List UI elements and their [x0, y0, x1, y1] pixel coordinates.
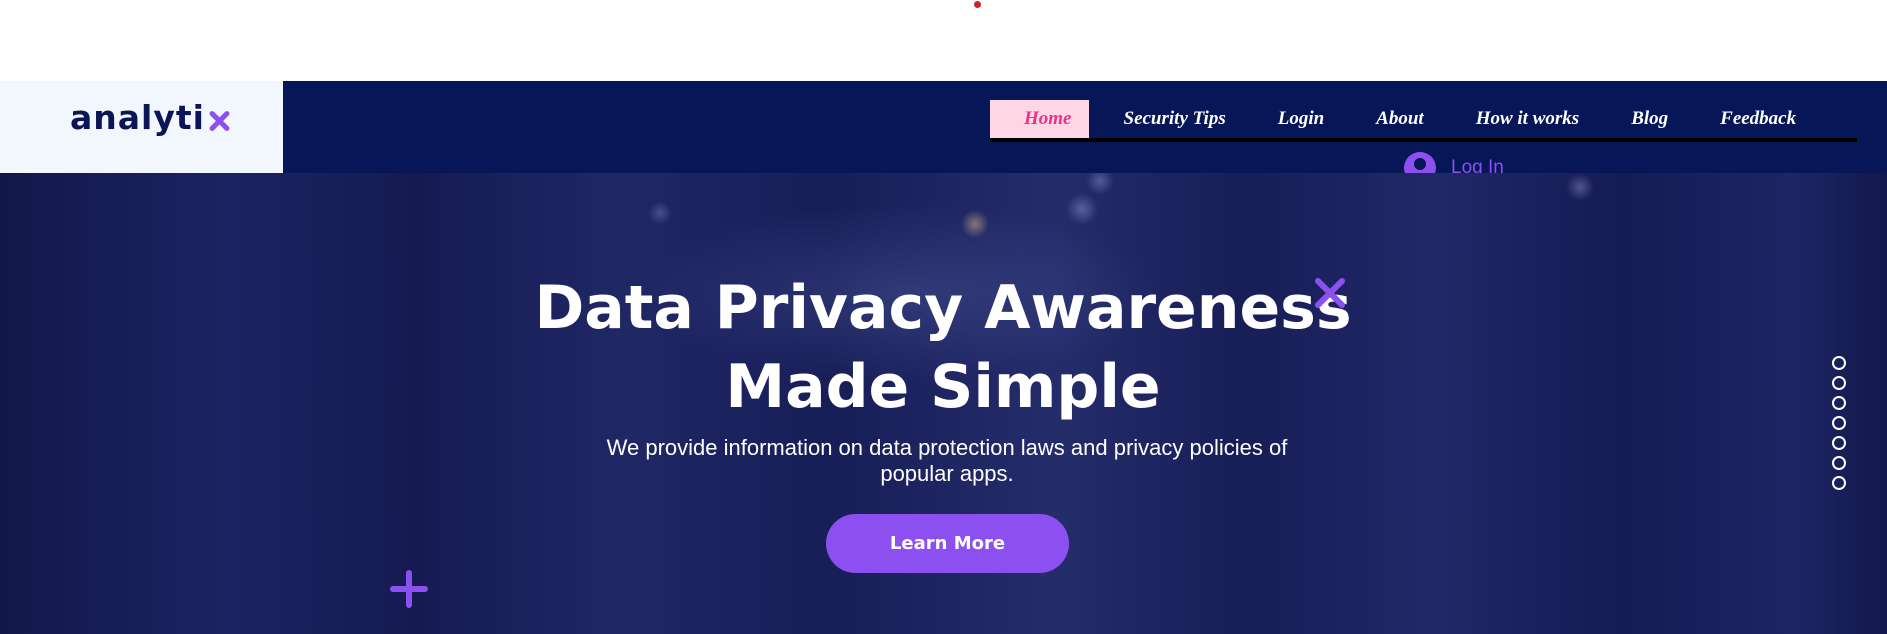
hero-title-line-1: Data Privacy Awareness	[534, 273, 1352, 343]
hero-subtitle: We provide information on data protectio…	[606, 435, 1288, 486]
nav-item-login[interactable]: Login	[1278, 100, 1324, 138]
nav-item-home[interactable]: Home	[990, 100, 1089, 138]
slide-nav-dots	[1832, 356, 1846, 496]
hero-title: Data Privacy Awareness Made Simple	[443, 269, 1443, 427]
logo-x-icon	[207, 109, 231, 133]
slide-dot-5[interactable]	[1832, 436, 1846, 450]
slide-dot-3[interactable]	[1832, 396, 1846, 410]
top-red-dot	[974, 1, 981, 8]
slide-dot-6[interactable]	[1832, 456, 1846, 470]
nav-item-security-tips[interactable]: Security Tips	[1124, 100, 1226, 138]
hero-title-line-2: Made Simple	[725, 352, 1161, 422]
site-header: analyti Home Security Tips Login About H…	[0, 81, 1887, 173]
nav-item-blog[interactable]: Blog	[1631, 100, 1668, 138]
decorative-plus-icon	[390, 570, 428, 608]
slide-dot-4[interactable]	[1832, 416, 1846, 430]
nav-item-how-it-works[interactable]: How it works	[1476, 100, 1579, 138]
hero-section: Data Privacy Awareness Made Simple We pr…	[0, 173, 1887, 634]
nav-item-feedback[interactable]: Feedback	[1720, 100, 1796, 138]
learn-more-button[interactable]: Learn More	[826, 514, 1069, 573]
slide-dot-1[interactable]	[1832, 356, 1846, 370]
nav-item-about[interactable]: About	[1376, 100, 1424, 138]
site-logo[interactable]: analyti	[70, 101, 231, 134]
decorative-x-icon	[1312, 277, 1346, 311]
logo-box: analyti	[0, 81, 283, 173]
main-nav: Home Security Tips Login About How it wo…	[990, 100, 1857, 142]
slide-dot-2[interactable]	[1832, 376, 1846, 390]
logo-text: analyti	[70, 98, 205, 137]
slide-dot-7[interactable]	[1832, 476, 1846, 490]
